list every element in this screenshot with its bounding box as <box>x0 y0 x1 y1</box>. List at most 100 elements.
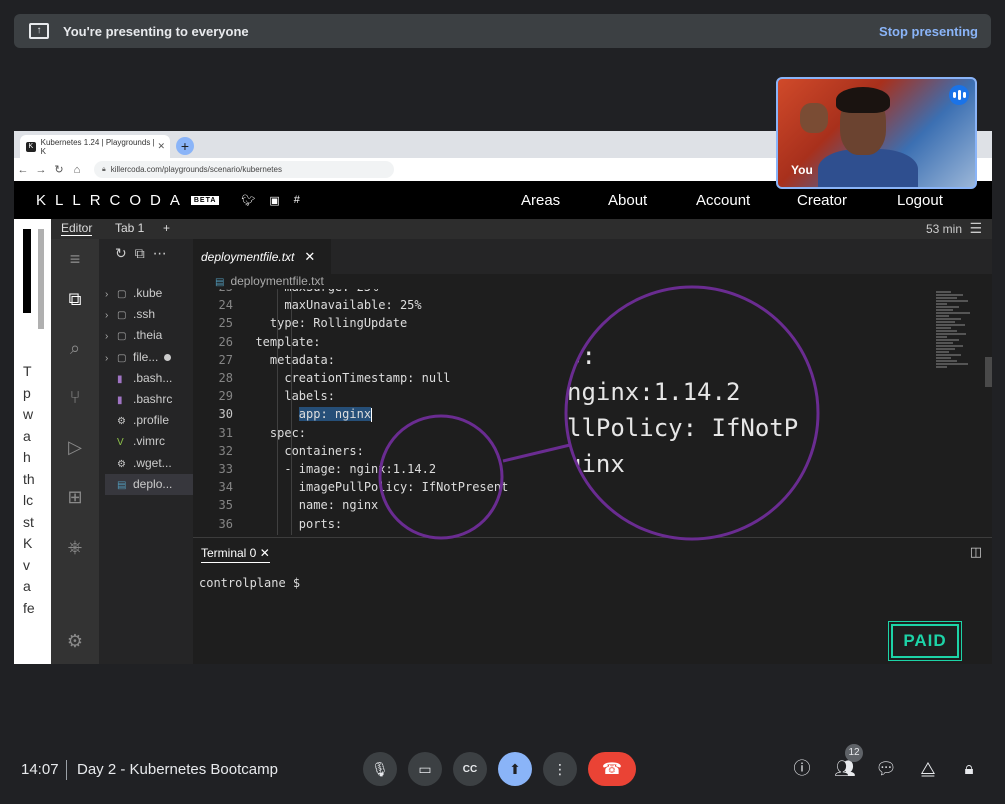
panel-text: Tp w a h th lc st Kv a fe <box>23 361 43 619</box>
code-text: imagePullPolicy: IfNotPresent <box>241 480 509 495</box>
panel-image <box>23 229 31 313</box>
reload-icon[interactable]: ↻ <box>50 163 68 176</box>
explorer-item[interactable]: › ▢ file... <box>105 347 193 368</box>
captions-button[interactable]: CC <box>453 752 487 786</box>
speaking-indicator-icon <box>949 85 969 105</box>
line-number: 31 <box>218 425 233 440</box>
host-controls-icon[interactable]: 🔒︎ <box>957 757 981 781</box>
minimap-line <box>936 339 959 341</box>
browser-tab[interactable]: K Kubernetes 1.24 | Playgrounds | K ✕ <box>20 135 170 158</box>
home-icon[interactable]: ⌂ <box>68 164 86 176</box>
split-terminal-icon[interactable]: ◫ <box>970 544 982 560</box>
nav-areas[interactable]: Areas <box>521 192 560 209</box>
chat-icon[interactable]: 💬︎ <box>874 757 898 781</box>
nav-creator[interactable]: Creator <box>797 192 847 209</box>
kubernetes-icon[interactable]: ⎈ <box>63 535 87 559</box>
forward-icon[interactable]: → <box>32 164 50 176</box>
tab-editor[interactable]: Editor <box>61 221 93 236</box>
explorer-item[interactable]: ⚙ .wget... <box>105 453 193 474</box>
explorer-item[interactable]: › ▢ .ssh <box>105 304 193 325</box>
present-screen-icon: ↑ <box>29 23 49 39</box>
nav-account[interactable]: Account <box>696 192 750 209</box>
explorer-item-label: .kube <box>133 286 163 300</box>
minimap-line <box>936 327 952 329</box>
tab-1[interactable]: Tab 1 <box>115 221 144 235</box>
microphone-button[interactable]: 🎙︎ <box>363 752 397 786</box>
minimap-line <box>936 330 957 332</box>
add-tab-button[interactable]: + <box>163 221 170 235</box>
more-icon[interactable]: ⋯ <box>153 245 175 261</box>
new-tab-button[interactable]: + <box>176 137 194 155</box>
minimap-line <box>936 297 957 299</box>
minimap-line <box>936 357 952 359</box>
hang-up-icon: ☎ <box>602 761 622 778</box>
chevron-right-icon: › <box>105 352 109 364</box>
folder-icon: ▢ <box>117 331 127 343</box>
panel-text-line: fe <box>23 599 35 616</box>
leave-call-button[interactable]: ☎ <box>588 752 636 786</box>
explorer-item[interactable]: V .vimrc <box>105 431 193 452</box>
breadcrumb-file: deploymentfile.txt <box>230 274 324 288</box>
ide-tabbar: Editor Tab 1 + 53 min ☰ <box>51 219 992 239</box>
refresh-icon[interactable]: ↻ <box>115 245 135 261</box>
search-icon[interactable]: ⌕ <box>63 336 87 360</box>
present-button[interactable]: ⬆ <box>498 752 532 786</box>
editor-tab[interactable]: deploymentfile.txt ✕ <box>193 239 331 274</box>
activities-icon[interactable]: ⧋ <box>916 757 940 781</box>
terminal-prompt[interactable]: controlplane $ <box>199 576 300 590</box>
address-bar[interactable]: 🔒︎ killercoda.com/playgrounds/scenario/k… <box>94 161 394 178</box>
close-icon[interactable]: ✕ <box>260 546 270 560</box>
close-icon[interactable]: ✕ <box>157 141 165 152</box>
explorer-item-label: .wget... <box>133 455 172 470</box>
line-number: 25 <box>218 316 233 331</box>
chevron-right-icon: › <box>105 310 109 322</box>
more-options-button[interactable]: ⋮ <box>543 752 577 786</box>
minimap-line <box>936 363 969 365</box>
explorer-item[interactable]: › ▢ .theia <box>105 325 193 346</box>
lock-icon: 🔒︎ <box>102 165 106 173</box>
close-icon[interactable]: ✕ <box>304 249 315 265</box>
code-text: creationTimestamp: null <box>241 371 451 385</box>
self-video-tile[interactable]: You <box>776 77 977 189</box>
minimap-line <box>936 291 952 293</box>
terminal-tab[interactable]: Terminal 0 ✕ <box>201 546 270 563</box>
camera-icon: ▭ <box>418 760 432 777</box>
minimap[interactable] <box>936 291 974 371</box>
explorer-icon[interactable]: ⧉ <box>63 287 87 311</box>
explorer-item[interactable]: ▮ .bashrc <box>105 389 193 410</box>
minimap-line <box>936 366 948 368</box>
settings-gear-icon[interactable]: ⚙ <box>63 629 87 653</box>
explorer-item[interactable]: ▤ deplo... <box>105 473 193 495</box>
editor-scrollbar[interactable] <box>985 357 992 387</box>
menu-icon[interactable]: ≡ <box>63 247 87 271</box>
source-control-icon[interactable]: ⑂ <box>63 385 87 409</box>
killercoda-favicon-icon: K <box>26 141 36 152</box>
nav-about[interactable]: About <box>608 192 647 209</box>
minimap-line <box>936 294 963 296</box>
minimap-line <box>936 321 955 323</box>
camera-button[interactable]: ▭ <box>408 752 442 786</box>
explorer-item[interactable]: › ▢ .kube <box>105 283 193 304</box>
stop-presenting-button[interactable]: Stop presenting <box>879 24 978 39</box>
line-number: 29 <box>218 389 233 404</box>
collapse-icon[interactable]: ⧉ <box>135 245 153 261</box>
divider <box>66 760 67 780</box>
hamburger-menu-icon[interactable]: ☰ <box>969 220 982 237</box>
minimap-line <box>936 315 950 317</box>
explorer-item[interactable]: ▮ .bash... <box>105 368 193 389</box>
explorer-item[interactable]: ⚙ .profile <box>105 410 193 431</box>
back-icon[interactable]: ← <box>14 164 32 176</box>
explorer-item-label: .bashrc <box>133 392 173 406</box>
panel-scrollbar[interactable] <box>38 229 44 329</box>
line-number: 30 <box>218 407 233 422</box>
explorer-item-label: .profile <box>133 413 170 428</box>
extensions-icon[interactable]: ⊞ <box>63 485 87 509</box>
debug-icon[interactable]: ▷ <box>63 435 87 459</box>
folder-icon: ▢ <box>117 352 127 364</box>
magnified-line: llPolicy: IfNotP <box>567 414 799 442</box>
line-number: 32 <box>218 443 233 458</box>
nav-logout[interactable]: Logout <box>897 192 943 209</box>
meeting-title: Day 2 - Kubernetes Bootcamp <box>77 761 278 778</box>
meeting-info-icon[interactable]: ⓘ <box>790 757 814 781</box>
